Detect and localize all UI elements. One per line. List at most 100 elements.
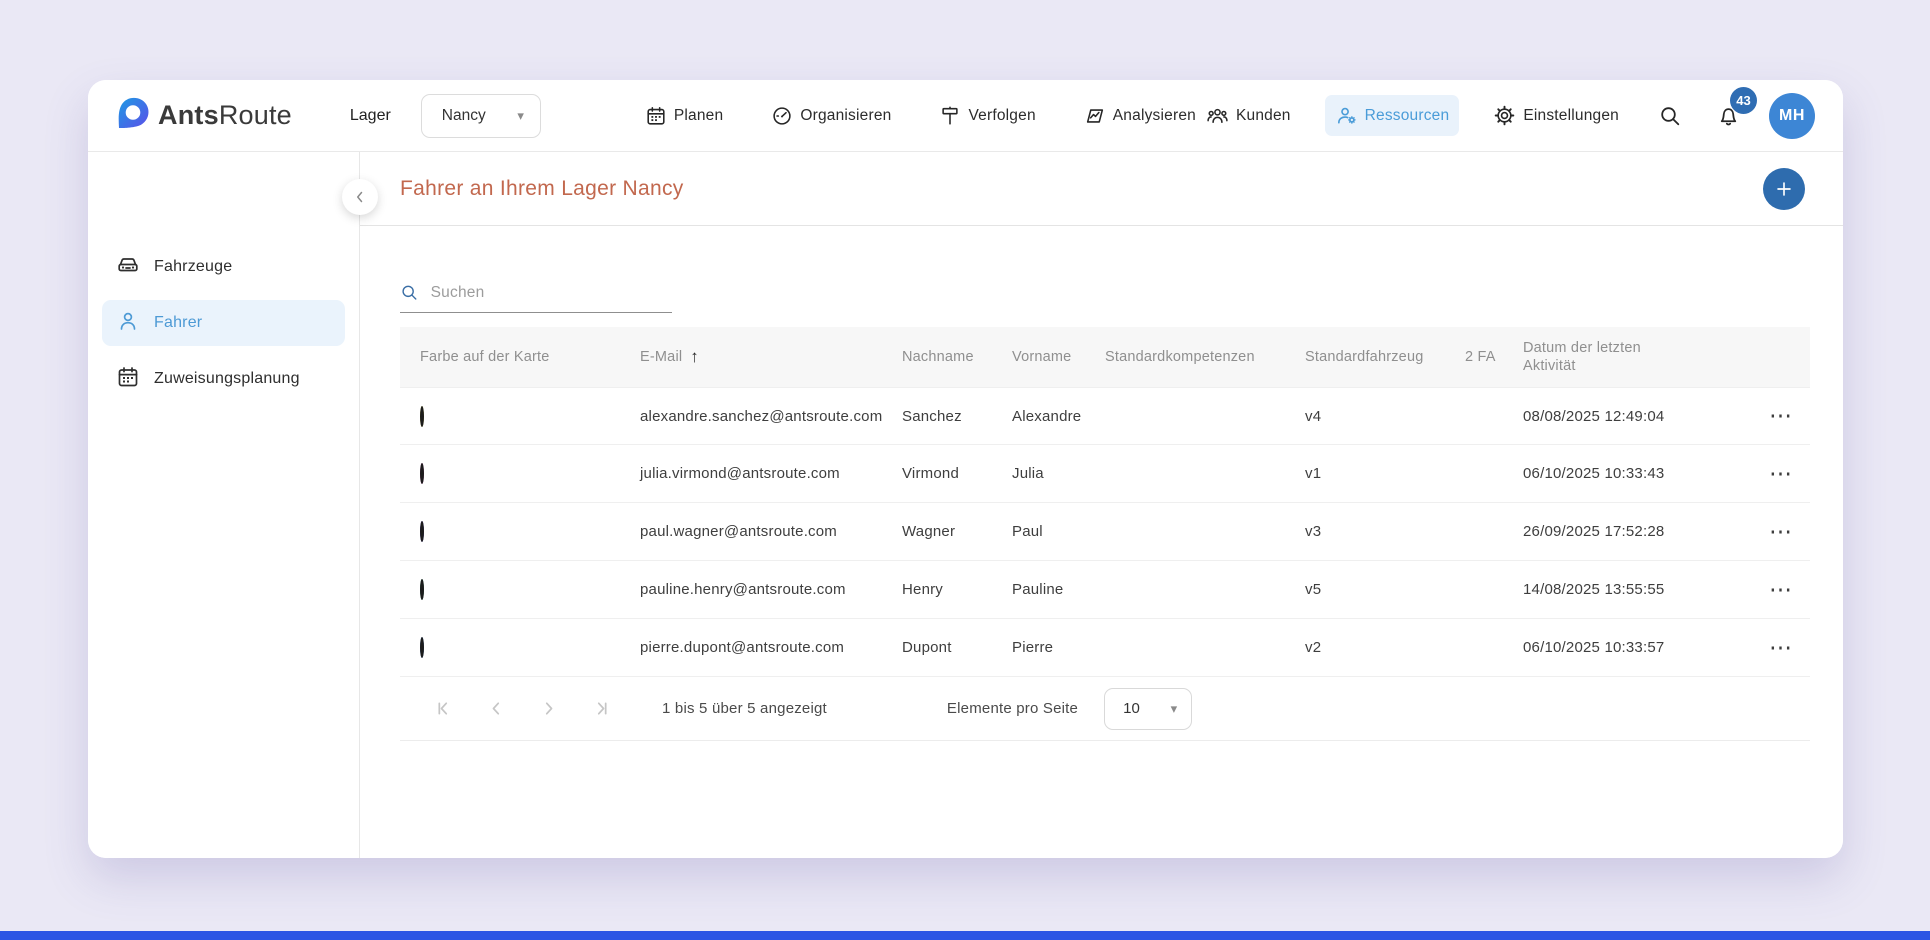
car-icon [116,253,140,282]
driver-first-name: Pierre [992,639,1085,656]
content: Fahrer an Ihrem Lager Nancy Farbe auf de… [360,152,1843,858]
table-row[interactable]: pierre.dupont@antsroute.com Dupont Pierr… [400,619,1810,677]
calendar-icon [645,105,667,127]
drivers-table: Farbe auf der Karte E-Mail↑ Nachname Vor… [400,327,1810,741]
first-page-button[interactable] [418,691,470,727]
notification-badge: 43 [1730,87,1757,114]
driver-last-name: Sanchez [882,408,992,425]
nav-planen[interactable]: Planen [645,105,723,127]
chart-flag-icon [1084,105,1106,127]
nav-ressourcen[interactable]: Ressourcen [1325,95,1460,136]
table-row[interactable]: alexandre.sanchez@antsroute.com Sanchez … [400,387,1810,445]
nav-organisieren[interactable]: Organisieren [771,105,891,127]
caret-down-icon: ▾ [517,108,524,124]
search-input[interactable] [431,284,672,302]
notifications-button[interactable]: 43 [1711,99,1745,133]
driver-last-activity: 14/08/2025 13:55:55 [1503,581,1745,598]
row-menu-icon[interactable]: ⋯ [1745,410,1810,422]
table-row[interactable]: pauline.henry@antsroute.com Henry Paulin… [400,561,1810,619]
caret-down-icon: ▾ [1171,701,1178,717]
table-body: alexandre.sanchez@antsroute.com Sanchez … [400,387,1810,677]
col-2fa: 2 FA [1445,348,1497,366]
table-row[interactable]: julia.virmond@antsroute.com Virmond Juli… [400,445,1810,503]
driver-last-activity: 06/10/2025 10:33:43 [1503,465,1745,482]
col-standardfahrzeug: Standardfahrzeug [1285,348,1445,366]
add-driver-button[interactable] [1763,168,1805,210]
driver-color-dot [420,637,424,658]
table-search [400,282,672,313]
sidebar: Fahrzeuge Fahrer Zuweisu [88,152,360,858]
warehouse-select-value: Nancy [442,107,486,125]
person-icon [116,309,140,338]
per-page-select[interactable]: 10 ▾ [1104,688,1192,730]
page-title: Fahrer an Ihrem Lager Nancy [400,177,684,201]
row-menu-icon[interactable]: ⋯ [1745,468,1810,480]
main-nav: Planen Organisieren [645,105,1196,127]
first-page-icon [435,699,454,718]
driver-email: paul.wagner@antsroute.com [620,523,882,540]
driver-email: alexandre.sanchez@antsroute.com [620,408,882,425]
driver-vehicle: v3 [1285,523,1445,540]
sidebar-collapse-button[interactable] [342,179,378,215]
driver-vehicle: v4 [1285,408,1445,425]
driver-vehicle: v2 [1285,639,1445,656]
person-gear-icon [1335,104,1358,127]
chevron-right-icon [539,699,558,718]
avatar[interactable]: MH [1769,93,1815,139]
nav-kunden[interactable]: Kunden [1196,95,1301,136]
driver-color-dot [420,579,424,600]
desktop-background: AntsRoute Lager Nancy ▾ Planen [0,0,1930,940]
previous-page-button[interactable] [470,691,522,727]
warehouse-select[interactable]: Nancy ▾ [421,94,541,138]
row-menu-icon[interactable]: ⋯ [1745,642,1810,654]
nav-verfolgen[interactable]: Verfolgen [939,105,1035,127]
col-email[interactable]: E-Mail↑ [620,346,882,367]
driver-last-name: Virmond [882,465,992,482]
calendar-icon [116,365,140,394]
sidebar-item-zuweisungsplanung[interactable]: Zuweisungsplanung [102,356,345,402]
driver-last-activity: 06/10/2025 10:33:57 [1503,639,1745,656]
per-page-label: Elemente pro Seite [947,700,1078,717]
chevron-left-icon [487,699,506,718]
sort-asc-icon[interactable]: ↑ [690,346,699,367]
per-page-value: 10 [1123,700,1140,717]
app-window: AntsRoute Lager Nancy ▾ Planen [88,80,1843,858]
col-standardkompetenzen: Standardkompetenzen [1085,348,1285,366]
next-page-button[interactable] [522,691,574,727]
pagination: 1 bis 5 über 5 angezeigt Elemente pro Se… [400,677,1810,741]
driver-first-name: Alexandre [992,408,1085,425]
driver-first-name: Julia [992,465,1085,482]
antsroute-logo-icon [114,95,150,136]
driver-last-name: Dupont [882,639,992,656]
antsroute-logo[interactable]: AntsRoute [114,95,292,136]
driver-last-activity: 26/09/2025 17:52:28 [1503,523,1745,540]
table-row[interactable]: paul.wagner@antsroute.com Wagner Paul v3… [400,503,1810,561]
row-menu-icon[interactable]: ⋯ [1745,526,1810,538]
driver-color-dot [420,406,424,427]
driver-email: pauline.henry@antsroute.com [620,581,882,598]
last-page-button[interactable] [574,691,626,727]
driver-email: pierre.dupont@antsroute.com [620,639,882,656]
people-group-icon [1206,104,1229,127]
search-button[interactable] [1653,99,1687,133]
driver-last-name: Wagner [882,523,992,540]
driver-vehicle: v1 [1285,465,1445,482]
col-nachname: Nachname [882,348,992,366]
nav-analysieren[interactable]: Analysieren [1084,105,1196,127]
sidebar-item-fahrzeuge[interactable]: Fahrzeuge [102,244,345,290]
title-row: Fahrer an Ihrem Lager Nancy [360,152,1843,226]
driver-color-dot [420,521,424,542]
signpost-icon [939,105,961,127]
driver-vehicle: v5 [1285,581,1445,598]
lager-label: Lager [350,107,391,125]
sidebar-item-fahrer[interactable]: Fahrer [102,300,345,346]
gauge-icon [771,105,793,127]
topbar: AntsRoute Lager Nancy ▾ Planen [88,80,1843,152]
row-menu-icon[interactable]: ⋯ [1745,584,1810,596]
brand-name: AntsRoute [158,100,292,131]
plus-icon [1773,178,1795,200]
col-vorname: Vorname [992,348,1085,366]
nav-einstellungen[interactable]: Einstellungen [1483,95,1629,136]
search-icon [400,282,419,303]
driver-last-name: Henry [882,581,992,598]
